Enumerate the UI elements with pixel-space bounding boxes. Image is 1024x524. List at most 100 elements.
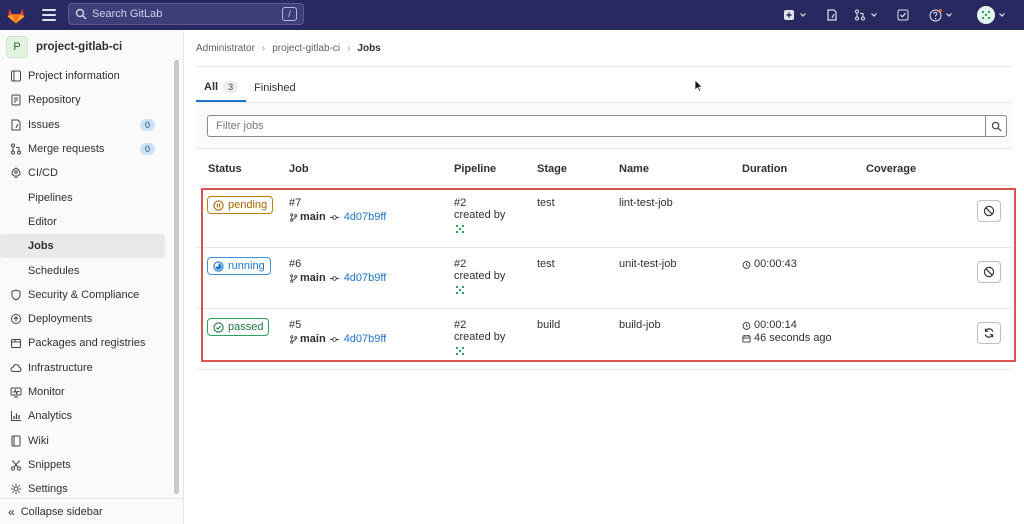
status-badge-passed[interactable]: passed [207, 318, 270, 336]
sidebar-item-project-information[interactable]: Project information [0, 64, 183, 88]
book-icon [11, 435, 21, 447]
sidebar-item-wiki[interactable]: Wiki [0, 428, 183, 452]
sidebar-item-merge-requests[interactable]: Merge requests 0 [0, 137, 183, 161]
menu-hamburger-icon[interactable] [42, 9, 56, 21]
chevron-down-icon[interactable] [945, 11, 953, 19]
sidebar-item-snippets[interactable]: Snippets [0, 453, 183, 477]
cancel-job-button[interactable] [977, 200, 1001, 222]
sidebar-item-repository[interactable]: Repository [0, 88, 183, 112]
cancel-job-button[interactable] [977, 261, 1001, 283]
table-row: pending #7 main 4d07b9ff #2 created by t… [196, 187, 1012, 248]
project-name[interactable]: project-gitlab-ci [36, 41, 122, 53]
branch-name[interactable]: main [300, 272, 326, 284]
job-tabs: All 3 Finished [196, 74, 304, 102]
stage-label: build [537, 319, 561, 331]
sidebar-item-pipelines[interactable]: Pipelines [0, 185, 183, 209]
issues-top-icon[interactable] [825, 8, 839, 22]
search-icon [75, 8, 87, 20]
column-header-stage: Stage [537, 163, 567, 175]
breadcrumb-item[interactable]: Administrator [196, 43, 255, 54]
pipeline-id-link[interactable]: #2 [454, 197, 505, 209]
breadcrumb-current[interactable]: Jobs [357, 43, 380, 54]
job-id-link[interactable]: #6 [289, 258, 386, 270]
search-placeholder: Search GitLab [92, 8, 163, 20]
scissors-icon [10, 460, 22, 471]
sidebar-item-packages-registries[interactable]: Packages and registries [0, 331, 183, 355]
tab-finished[interactable]: Finished [246, 74, 304, 102]
collapse-sidebar-button[interactable]: « Collapse sidebar [0, 498, 183, 524]
pipeline-id-link[interactable]: #2 [454, 319, 505, 331]
branch-name[interactable]: main [300, 333, 326, 345]
commit-icon [329, 214, 339, 220]
job-id-link[interactable]: #5 [289, 319, 386, 331]
search-icon [991, 121, 1002, 132]
commit-icon [329, 275, 339, 281]
commit-sha-link[interactable]: 4d07b9ff [344, 272, 387, 284]
search-box[interactable]: Search GitLab / [68, 3, 304, 25]
job-id-link[interactable]: #7 [289, 197, 386, 209]
cloud-icon [10, 363, 22, 372]
sidebar-item-label: Editor [28, 215, 57, 228]
chevron-down-icon[interactable] [799, 11, 807, 19]
sidebar-item-issues[interactable]: Issues 0 [0, 113, 183, 137]
retry-job-button[interactable] [977, 322, 1001, 344]
gitlab-logo-icon[interactable] [6, 5, 26, 25]
merge-request-top-icon[interactable] [853, 8, 867, 22]
job-duration: 00:00:14 [754, 319, 797, 331]
tab-label: All [204, 81, 219, 93]
calendar-icon [742, 334, 751, 343]
sidebar-item-analytics[interactable]: Analytics [0, 404, 183, 428]
status-label: passed [228, 321, 264, 333]
job-name-link[interactable]: build-job [619, 319, 661, 331]
sidebar-item-security-compliance[interactable]: Security & Compliance [0, 283, 183, 307]
filter-jobs-input[interactable] [207, 115, 985, 137]
project-avatar[interactable]: P [6, 36, 28, 58]
sidebar-item-label: Packages and registries [28, 337, 146, 350]
commit-sha-link[interactable]: 4d07b9ff [344, 333, 387, 345]
sidebar: P project-gitlab-ci Project information … [0, 30, 184, 524]
branch-name[interactable]: main [300, 211, 326, 223]
user-avatar-icon[interactable] [454, 223, 466, 235]
breadcrumb: Administrator › project-gitlab-ci › Jobs [196, 43, 381, 54]
sidebar-scrollbar[interactable] [174, 60, 179, 494]
sidebar-item-label: Project information [28, 70, 120, 83]
job-name-link[interactable]: lint-test-job [619, 197, 673, 209]
cancel-icon [983, 205, 995, 217]
new-item-icon[interactable] [782, 8, 796, 22]
collapse-sidebar-label: Collapse sidebar [20, 505, 103, 518]
sidebar-item-label: Monitor [28, 386, 65, 398]
sidebar-item-editor[interactable]: Editor [0, 210, 183, 234]
user-avatar-icon[interactable] [977, 6, 995, 24]
doc-icon [11, 94, 21, 106]
sidebar-item-jobs[interactable]: Jobs [0, 234, 165, 259]
passed-status-icon [213, 321, 224, 333]
commit-sha-link[interactable]: 4d07b9ff [344, 211, 387, 223]
user-avatar-icon[interactable] [454, 284, 466, 296]
filter-search-button[interactable] [985, 115, 1007, 137]
package-icon [11, 339, 21, 349]
merge-requests-count-badge: 0 [139, 143, 155, 156]
sidebar-item-infrastructure[interactable]: Infrastructure [0, 356, 183, 380]
project-header[interactable]: P project-gitlab-ci [0, 30, 183, 64]
chevron-down-icon[interactable] [870, 11, 878, 19]
status-badge-pending[interactable]: pending [207, 196, 274, 214]
sidebar-item-schedules[interactable]: Schedules [0, 258, 183, 282]
chevron-down-icon[interactable] [998, 11, 1006, 19]
help-icon[interactable] [928, 8, 942, 22]
status-badge-running[interactable]: running [207, 257, 271, 275]
branch-icon [290, 212, 298, 222]
issues-icon [11, 119, 21, 131]
sidebar-item-label: Infrastructure [28, 361, 93, 374]
created-by-label: created by [454, 331, 506, 343]
user-avatar-icon[interactable] [454, 345, 466, 357]
pipeline-id-link[interactable]: #2 [454, 258, 505, 270]
todo-check-icon[interactable] [896, 8, 910, 22]
column-header-status: Status [208, 163, 242, 175]
tab-all[interactable]: All 3 [196, 74, 247, 102]
sidebar-item-cicd[interactable]: CI/CD [0, 161, 183, 185]
sidebar-item-label: Repository [28, 94, 81, 107]
breadcrumb-item[interactable]: project-gitlab-ci [272, 43, 340, 54]
sidebar-item-deployments[interactable]: Deployments [0, 307, 183, 331]
job-name-link[interactable]: unit-test-job [619, 258, 676, 270]
sidebar-item-monitor[interactable]: Monitor [0, 380, 183, 404]
